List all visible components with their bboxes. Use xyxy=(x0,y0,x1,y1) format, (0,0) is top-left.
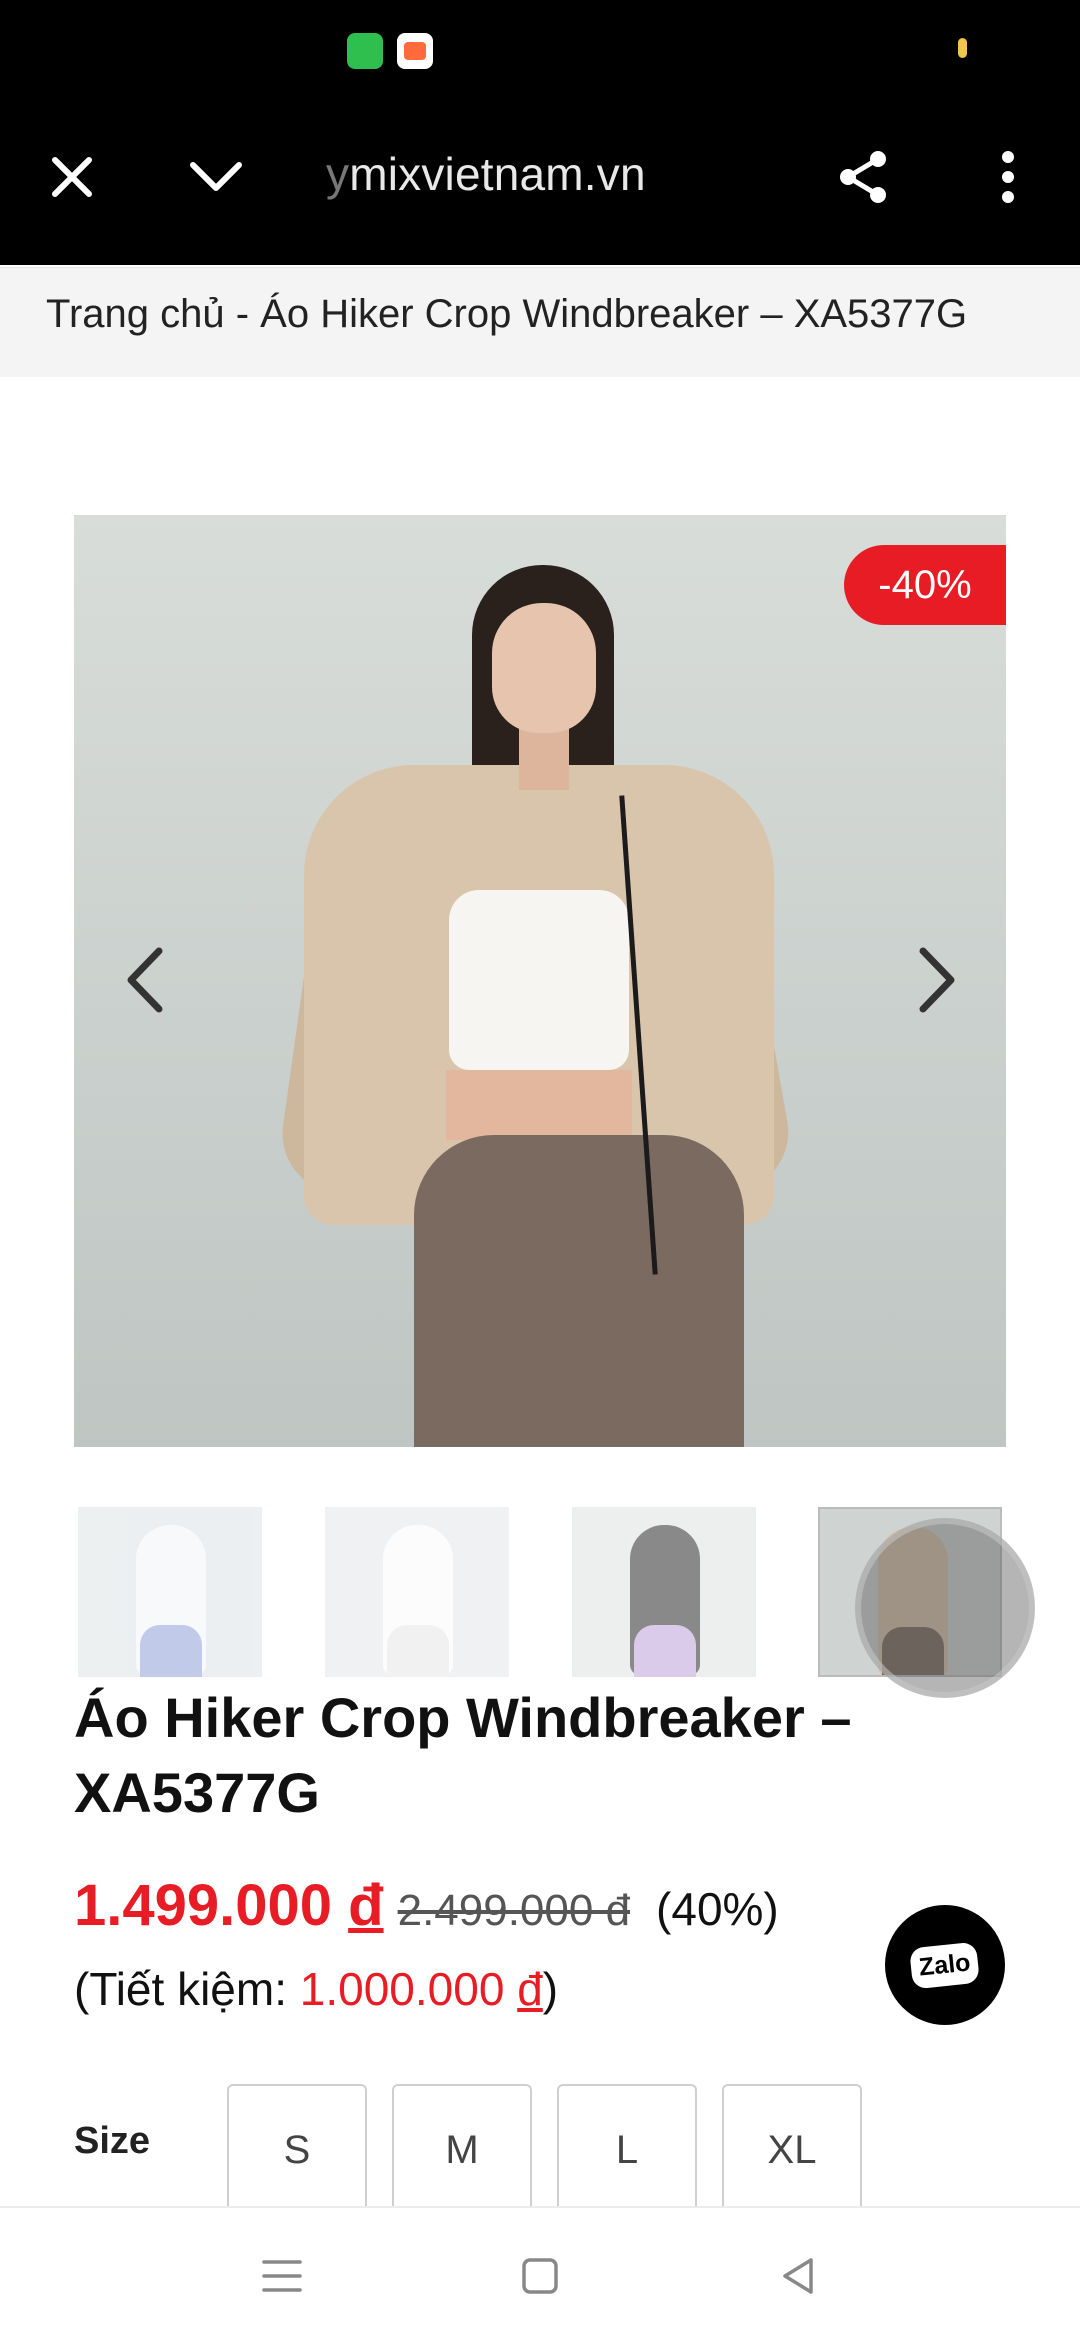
price-new-currency: đ xyxy=(348,1873,384,1938)
zalo-chat-button[interactable]: Zalo xyxy=(885,1905,1005,2025)
size-label: Size xyxy=(74,2120,151,2162)
price-new: 1.499.000 đ xyxy=(74,1872,384,1939)
size-option-xl[interactable]: XL xyxy=(722,2084,862,2214)
home-icon[interactable] xyxy=(508,2244,572,2308)
browser-toolbar: ymixvietnam.vn xyxy=(0,95,1080,265)
price-new-value: 1.499.000 xyxy=(74,1873,333,1938)
chevron-down-icon[interactable] xyxy=(174,135,258,219)
model-face xyxy=(492,603,596,733)
url-domain: mixvietnam.vn xyxy=(349,148,646,200)
recent-apps-icon[interactable] xyxy=(250,2244,314,2308)
back-icon[interactable] xyxy=(766,2244,830,2308)
saving-amount-value: 1.000.000 xyxy=(299,1963,505,2015)
thumbnail-legs xyxy=(140,1625,202,1677)
size-option-m[interactable]: M xyxy=(392,2084,532,2214)
system-nav-bar xyxy=(0,2206,1080,2340)
product-title-line-1: Áo Hiker Crop Windbreaker – xyxy=(74,1686,852,1749)
model-waist xyxy=(446,1070,632,1140)
size-option-s[interactable]: S xyxy=(227,2084,367,2214)
status-bar xyxy=(0,0,1080,95)
saving-currency: đ xyxy=(517,1963,543,2015)
saving-text: (Tiết kiệm: 1.000.000 đ) xyxy=(74,1962,558,2016)
product-main-image[interactable]: -40% xyxy=(74,515,1006,1447)
breadcrumb[interactable]: Trang chủ - Áo Hiker Crop Windbreaker – … xyxy=(46,292,967,337)
product-title-line-2: XA5377G xyxy=(74,1761,320,1824)
product-title: Áo Hiker Crop Windbreaker – XA5377G xyxy=(74,1680,934,1830)
chevron-right-icon[interactable] xyxy=(902,935,972,1025)
leggings xyxy=(414,1135,744,1447)
thumbnail-legs xyxy=(387,1625,449,1677)
saving-prefix: (Tiết kiệm: xyxy=(74,1963,300,2015)
sports-top xyxy=(449,890,629,1070)
battery-indicator-icon xyxy=(958,38,967,58)
chevron-left-icon[interactable] xyxy=(110,935,180,1025)
messages-app-icon xyxy=(347,33,383,69)
url-text[interactable]: ymixvietnam.vn xyxy=(326,147,646,201)
price-old: 2.499.000 đ xyxy=(397,1886,631,1935)
discount-percent: (40%) xyxy=(656,1883,779,1935)
thumbnail-2[interactable] xyxy=(325,1507,509,1677)
zalo-label: Zalo xyxy=(909,1941,981,1989)
saving-amount: 1.000.000 đ xyxy=(300,1963,543,2015)
thumbnail-1[interactable] xyxy=(78,1507,262,1677)
share-icon[interactable] xyxy=(822,135,906,219)
discount-badge: -40% xyxy=(844,545,1006,625)
breadcrumb-bar: Trang chủ - Áo Hiker Crop Windbreaker – … xyxy=(0,267,1080,377)
floating-assistive-touch-button[interactable] xyxy=(855,1518,1035,1698)
thumbnail-legs xyxy=(634,1625,696,1677)
size-option-l[interactable]: L xyxy=(557,2084,697,2214)
price-row: 1.499.000 đ 2.499.000 đ (40%) xyxy=(74,1872,779,1939)
saving-suffix: ) xyxy=(542,1963,559,2015)
close-icon[interactable] xyxy=(30,135,114,219)
url-faded-part: y xyxy=(326,148,350,200)
more-vert-icon[interactable] xyxy=(966,135,1050,219)
thumbnail-3[interactable] xyxy=(572,1507,756,1677)
gallery-app-icon xyxy=(397,33,433,69)
